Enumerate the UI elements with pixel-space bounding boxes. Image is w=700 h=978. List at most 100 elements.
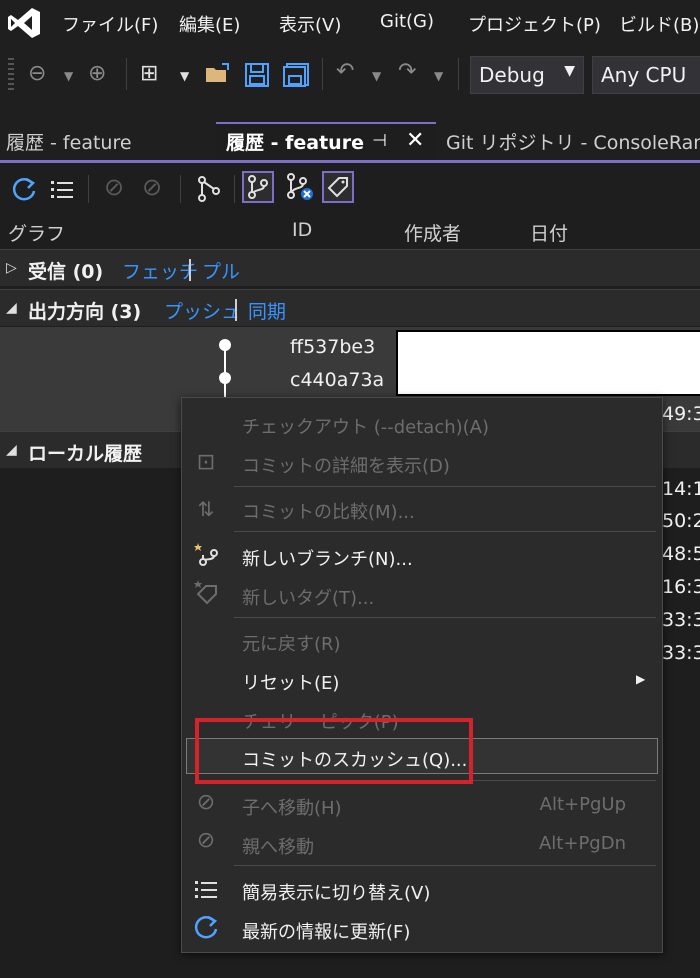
commit-id[interactable]: c440a73a bbox=[290, 369, 384, 391]
menu-item-checkout-detach[interactable]: チェックアウト (--detach)(A) bbox=[242, 413, 489, 439]
visual-studio-logo-icon bbox=[8, 8, 40, 38]
column-header: グラフ ID 作成者 日付 bbox=[0, 211, 700, 250]
save-all-icon[interactable] bbox=[282, 62, 310, 88]
divider bbox=[235, 299, 237, 321]
expand-icon[interactable]: ▷ bbox=[6, 260, 17, 276]
configuration-value: Debug bbox=[479, 63, 545, 87]
compare-commits-icon: ⇅ bbox=[197, 497, 215, 521]
commit-id[interactable]: ff537be3 bbox=[290, 336, 375, 358]
new-branch-icon bbox=[194, 543, 218, 566]
column-author[interactable]: 作成者 bbox=[404, 219, 461, 246]
menu-item-revert[interactable]: 元に戻す(R) bbox=[242, 630, 341, 656]
toolbar-separator bbox=[458, 58, 459, 90]
commit-date: 14:1 bbox=[662, 478, 700, 500]
menu-item-compare-commits[interactable]: コミットの比較(M)... bbox=[242, 498, 415, 524]
history-toolbar: ⊘ ⊘ bbox=[0, 163, 700, 211]
platform-select[interactable]: Any CPU bbox=[592, 56, 700, 94]
column-id[interactable]: ID bbox=[292, 219, 312, 241]
menu-bar: ファイル(F) 編集(E) 表示(V) Git(G) プロジェクト(P) ビルド… bbox=[0, 0, 700, 46]
menu-item-go-to-child[interactable]: 子へ移動(H) bbox=[242, 794, 342, 820]
commit-date: 33:3 bbox=[662, 642, 700, 664]
redo-icon[interactable]: ↷ bbox=[398, 60, 416, 84]
incoming-title: 受信 (0) bbox=[28, 261, 104, 283]
menu-item-refresh[interactable]: 最新の情報に更新(F) bbox=[242, 918, 410, 944]
column-graph[interactable]: グラフ bbox=[8, 219, 65, 246]
redo-dropdown-icon[interactable]: ▼ bbox=[434, 64, 443, 88]
undo-icon[interactable]: ↶ bbox=[336, 60, 354, 84]
separator bbox=[88, 175, 89, 203]
configuration-select[interactable]: Debug ▼ bbox=[470, 56, 584, 94]
open-folder-icon[interactable] bbox=[204, 62, 232, 86]
menu-item-reset[interactable]: リセット(E) bbox=[242, 669, 339, 695]
branch-remote-icon bbox=[287, 173, 313, 200]
menu-edit[interactable]: 編集(E) bbox=[179, 11, 240, 37]
branch-icon bbox=[248, 175, 268, 199]
menu-view[interactable]: 表示(V) bbox=[279, 11, 341, 37]
menu-item-new-branch[interactable]: 新しいブランチ(N)... bbox=[242, 545, 413, 571]
list-view-icon[interactable] bbox=[50, 177, 74, 201]
new-tag-icon bbox=[194, 580, 217, 605]
fetch-link[interactable]: フェッチ bbox=[122, 257, 198, 284]
menu-item-go-to-parent[interactable]: 親へ移動 bbox=[242, 833, 314, 859]
push-link[interactable]: プッシュ bbox=[164, 297, 240, 324]
commit-date: 48:5 bbox=[662, 543, 700, 565]
menu-project[interactable]: プロジェクト(P) bbox=[468, 11, 601, 37]
pull-link[interactable]: プル bbox=[202, 257, 240, 284]
show-tags-button[interactable] bbox=[322, 171, 354, 203]
platform-value: Any CPU bbox=[601, 63, 687, 87]
submenu-arrow-icon: ▶ bbox=[636, 672, 646, 686]
undo-dropdown-icon[interactable]: ▼ bbox=[372, 64, 381, 88]
refresh-icon[interactable] bbox=[10, 175, 38, 203]
commit-date: 49:3 bbox=[662, 403, 700, 425]
shortcut-go-to-child: Alt+PgUp bbox=[539, 794, 626, 815]
menu-item-toggle-compact-view[interactable]: 簡易表示に切り替え(V) bbox=[242, 879, 430, 905]
divider bbox=[189, 259, 191, 281]
tab-history-feature-active[interactable]: 履歴 - feature ⊣ ✕ bbox=[216, 122, 436, 160]
menu-git[interactable]: Git(G) bbox=[380, 11, 434, 32]
document-tabs: 履歴 - feature 履歴 - feature ⊣ ✕ Git リポジトリ … bbox=[0, 122, 700, 163]
commit-details-icon: ⊡ bbox=[196, 449, 216, 475]
commit-date: 16:3 bbox=[662, 576, 700, 598]
new-dropdown-icon[interactable]: ▼ bbox=[180, 64, 189, 88]
back-dropdown-icon[interactable]: ▼ bbox=[64, 64, 73, 88]
go-to-child-icon: ⊘ bbox=[196, 789, 216, 815]
commit-date: 33:3 bbox=[662, 609, 700, 631]
show-local-branches-button[interactable] bbox=[284, 171, 316, 203]
tab-history-feature[interactable]: 履歴 - feature bbox=[6, 128, 132, 155]
graph-node bbox=[219, 372, 231, 384]
new-project-icon[interactable]: ⊞ bbox=[140, 62, 158, 86]
context-menu: チェックアウト (--detach)(A) ⊡ コミットの詳細を表示(D) ⇅ … bbox=[181, 397, 663, 953]
go-to-parent-icon[interactable]: ⊘ bbox=[142, 173, 162, 201]
chevron-down-icon: ▼ bbox=[564, 63, 575, 79]
sync-link[interactable]: 同期 bbox=[248, 297, 286, 324]
show-remote-branches-button[interactable] bbox=[242, 171, 274, 203]
close-icon[interactable]: ✕ bbox=[406, 128, 424, 153]
back-icon[interactable]: ⊖ bbox=[28, 62, 46, 86]
forward-icon[interactable]: ⊕ bbox=[88, 62, 106, 86]
collapse-icon[interactable]: ◢ bbox=[6, 300, 17, 316]
branch-graph-icon[interactable] bbox=[196, 175, 222, 203]
list-view-icon bbox=[195, 881, 217, 898]
column-date[interactable]: 日付 bbox=[530, 219, 568, 246]
menu-file[interactable]: ファイル(F) bbox=[62, 11, 158, 37]
redacted-area bbox=[396, 330, 700, 396]
toolbar-separator bbox=[322, 58, 323, 90]
collapse-icon[interactable]: ◢ bbox=[6, 442, 17, 458]
outgoing-section[interactable]: ◢ 出力方向 (3) プッシュ 同期 bbox=[0, 289, 700, 326]
incoming-section[interactable]: ▷ 受信 (0) フェッチ プル bbox=[0, 249, 700, 286]
pin-icon[interactable]: ⊣ bbox=[372, 131, 387, 151]
outgoing-title: 出力方向 (3) bbox=[28, 301, 142, 323]
graph-node bbox=[219, 339, 231, 351]
menu-build[interactable]: ビルド(B) bbox=[619, 11, 699, 37]
save-icon[interactable] bbox=[244, 62, 270, 88]
menu-item-view-commit-details[interactable]: コミットの詳細を表示(D) bbox=[242, 452, 450, 478]
menu-item-new-tag[interactable]: 新しいタグ(T)... bbox=[242, 584, 374, 610]
tab-git-repository[interactable]: Git リポジトリ - ConsoleRand bbox=[446, 128, 700, 155]
go-to-child-icon[interactable]: ⊘ bbox=[104, 173, 124, 201]
commit-date: 50:2 bbox=[662, 510, 700, 532]
menu-separator bbox=[234, 617, 656, 618]
menu-separator bbox=[234, 486, 656, 487]
refresh-icon bbox=[194, 915, 218, 939]
toolbar-grip[interactable] bbox=[8, 58, 14, 90]
tab-label: 履歴 - feature bbox=[226, 132, 364, 154]
